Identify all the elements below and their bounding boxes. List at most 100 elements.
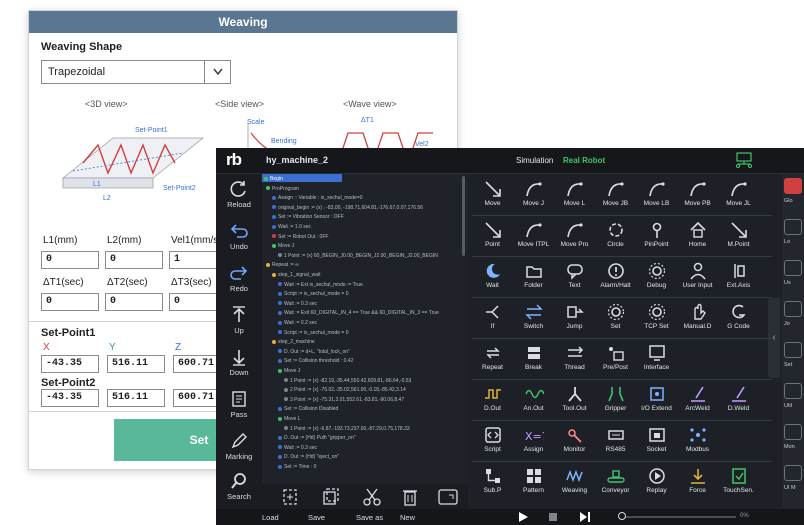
network-icon[interactable] [734,152,754,168]
cmd-point-button[interactable]: Point [474,219,511,253]
cmd-break-button[interactable]: Break [515,342,552,376]
tree-row[interactable]: Script := is_sechul_mode = 0 [278,291,348,299]
cmd-weaving-button[interactable]: Weaving [556,465,593,499]
cmd-alarm-halt-button[interactable]: Alarm/Halt [597,260,634,294]
cmd-d-out-button[interactable]: D.Out [474,383,511,417]
cmd-gripper-button[interactable]: Gripper [597,383,634,417]
setpoint1-x-field[interactable]: -43.35 [41,355,99,373]
cmd-script-button[interactable]: Script [474,424,511,458]
cmd-arcweld-button[interactable]: ArcWeld [679,383,716,417]
cmd-move-j-button[interactable]: Move J [515,178,552,212]
dt1-field[interactable]: 0 [41,293,99,311]
cmd-interface-button[interactable]: Interface [638,342,675,376]
cmd-tcp-set-button[interactable]: TCP Set [638,301,675,335]
cmd-wait-button[interactable]: Wait [474,260,511,294]
speed-slider[interactable] [621,516,736,518]
cmd-pinpoint-button[interactable]: PinPoint [638,219,675,253]
cmd-manual-d-button[interactable]: Manual.D [679,301,716,335]
cmd-move-pro-button[interactable]: Move Pro [556,219,593,253]
cmd-g-code-button[interactable]: G Code [720,301,757,335]
cmd-move-pb-button[interactable]: Move PB [679,178,716,212]
search-button[interactable]: Search [216,468,262,510]
cmd-user-input-button[interactable]: User Input [679,260,716,294]
tree-row[interactable]: step_2_machine [272,339,315,347]
tree-row[interactable]: Wait := 0.3 sec [278,445,317,453]
tree-row[interactable]: Wait := 1.0 sec [272,224,311,232]
cmd-modbus-button[interactable]: Modbus [679,424,716,458]
tree-row[interactable]: original_begin := (x) : -83.00, -198.71,… [272,205,423,213]
up-button[interactable]: Up [216,302,262,344]
cmd-move-jl-button[interactable]: Move JL [720,178,757,212]
tree-row[interactable]: Move J [272,243,294,251]
tree-row[interactable]: Move L [278,416,300,424]
cmd-pattern-button[interactable]: Pattern [515,465,552,499]
cmd-thread-button[interactable]: Thread [556,342,593,376]
right-panel-icon[interactable] [784,260,802,276]
cmd-pre-post-button[interactable]: Pre/Post [597,342,634,376]
cmd-i-o-extend-button[interactable]: I/O Extend [638,383,675,417]
play-icon[interactable] [518,512,528,522]
redo-button[interactable]: Redo [216,260,262,302]
tree-row[interactable]: Wait := Ext is_sechul_mode := True [278,282,363,290]
simulation-mode-button[interactable]: Simulation [516,156,553,165]
cmd-folder-button[interactable]: Folder [515,260,552,294]
tree-row[interactable]: 2 Point := (x) -75.02,-35.02,561.00,-0.1… [284,387,406,395]
stop-icon[interactable] [548,512,558,522]
real-robot-mode-button[interactable]: Real Robot [563,156,605,165]
tree-row[interactable]: 1 Point := (x) -82.19,-35.44,550.42,609.… [284,378,411,386]
undo-button[interactable]: Undo [216,218,262,260]
weaving-shape-select[interactable]: Trapezoidal [41,60,231,84]
tree-row[interactable]: Set := Vibration Sensor : OFF [272,214,344,222]
save-button[interactable]: Save [308,513,325,522]
cmd-debug-button[interactable]: Debug [638,260,675,294]
tree-row[interactable]: Set := Collision Disabled [278,406,338,414]
cmd-m-point-button[interactable]: M.Point [720,219,757,253]
right-panel-icon[interactable] [784,465,802,481]
pass-button[interactable]: Pass [216,386,262,428]
tree-row[interactable]: D. Out := (Hd) Pulh "gripper_on" [278,435,356,443]
tree-row[interactable]: Move J [278,368,300,376]
cmd-move-jb-button[interactable]: Move JB [597,178,634,212]
tree-row[interactable]: Set := Time : 0 [278,464,316,472]
cmd-if-button[interactable]: If [474,301,511,335]
tree-row[interactable]: Repeat := ∞ [266,262,299,270]
cmd-move-itpl-button[interactable]: Move ITPL [515,219,552,253]
tree-row[interactable]: D. Out := d+L, "total_lock_on" [278,349,350,357]
expand-icon[interactable] [434,487,462,507]
load-button[interactable]: Load [262,513,279,522]
cmd-conveyor-button[interactable]: Conveyor [597,465,634,499]
cmd-move-lb-button[interactable]: Move LB [638,178,675,212]
tree-row[interactable]: Wait := 0.3 sec [278,301,317,309]
tree-row[interactable]: 1 Point := (x) -6.87,-193.73,237.00,-87.… [284,426,410,434]
cmd-move-l-button[interactable]: Move L [556,178,593,212]
setpoint1-y-field[interactable]: 516.11 [107,355,165,373]
right-panel-icon[interactable] [784,342,802,358]
l2-field[interactable]: 0 [105,251,163,269]
cmd-set-button[interactable]: Set [597,301,634,335]
cmd-jump-button[interactable]: Jump [556,301,593,335]
right-panel-icon[interactable] [784,301,802,317]
tree-row[interactable]: ProProgram [266,186,299,194]
right-panel-icon[interactable] [784,424,802,440]
cmd-tool-out-button[interactable]: Tool.Out [556,383,593,417]
cmd-text-button[interactable]: Text [556,260,593,294]
right-panel-icon[interactable] [784,178,802,194]
copy-icon[interactable] [316,487,344,507]
cmd-home-button[interactable]: Home [679,219,716,253]
tree-row[interactable]: Script := is_sechul_mode = 0 [278,330,348,338]
cmd-an-out-button[interactable]: An.Out [515,383,552,417]
tree-row[interactable]: 3 Point := (x) -75.31,3.01,552.61,-83.81… [284,397,404,405]
tree-row[interactable]: Set := Collision threshold : 0.42 [278,358,353,366]
tree-row[interactable]: Wait := 0.2 sec [278,320,317,328]
cmd-socket-button[interactable]: Socket [638,424,675,458]
new-button[interactable]: New [400,513,415,522]
down-button[interactable]: Down [216,344,262,386]
cmd-monitor-button[interactable]: Monitor [556,424,593,458]
cmd-sub-p-button[interactable]: Sub.P [474,465,511,499]
step-icon[interactable] [580,512,590,522]
program-tree[interactable]: BeginProProgram Assign :: Variable : is_s… [262,174,468,484]
cmd-rs485-button[interactable]: RS485 [597,424,634,458]
tree-row[interactable]: Begin [264,176,283,184]
tree-row[interactable]: Assign :: Variable : is_sechul_mode=0 [272,195,363,203]
dt2-field[interactable]: 0 [105,293,163,311]
